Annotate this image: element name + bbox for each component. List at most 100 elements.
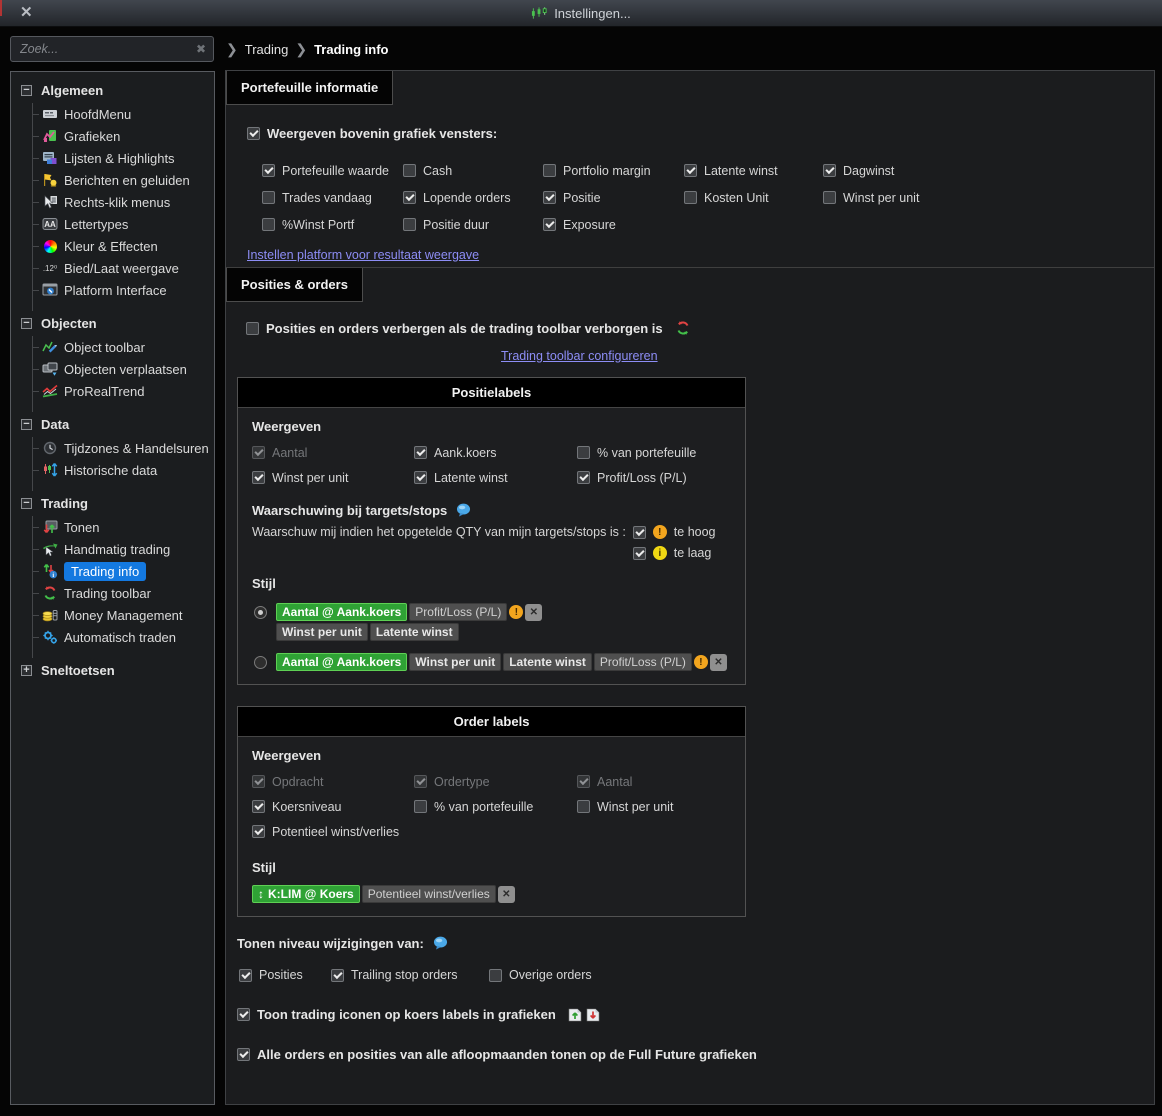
checkbox-te-laag[interactable]: te laag bbox=[632, 546, 716, 560]
sidebar-item-lijsten-highlights[interactable]: Lijsten & Highlights bbox=[33, 147, 214, 169]
sidebar-item-rechtsklik-menus[interactable]: Rechts-klik menus bbox=[33, 191, 214, 213]
checkbox-profit-loss[interactable]: Profit/Loss (P/L) bbox=[577, 471, 731, 485]
tab-portefeuille-informatie[interactable]: Portefeuille informatie bbox=[226, 71, 394, 105]
clear-search-icon[interactable]: ✖ bbox=[196, 42, 206, 56]
chip-aantal-aankkoers[interactable]: Aantal @ Aank.koers bbox=[276, 603, 408, 621]
checkbox-weergeven-bovenin[interactable]: Weergeven bovenin grafiek vensters: bbox=[247, 126, 497, 141]
chip-winst-per-unit[interactable]: Winst per unit bbox=[409, 653, 502, 671]
sidebar-item-platform-interface[interactable]: Platform Interface bbox=[33, 279, 214, 301]
sidebar-item-hoofdmenu[interactable]: HoofdMenu bbox=[33, 103, 214, 125]
style-radio-2[interactable] bbox=[254, 656, 267, 669]
tab-posities-orders[interactable]: Posities & orders bbox=[226, 268, 363, 302]
sidebar-section-objecten[interactable]: Objecten bbox=[17, 311, 214, 336]
chip-potentieel-winst-verlies[interactable]: Potentieel winst/verlies bbox=[361, 885, 496, 903]
checkbox-winst-per-unit-pos[interactable]: Winst per unit bbox=[252, 471, 414, 485]
checkbox-exposure[interactable]: Exposure bbox=[543, 218, 684, 232]
checkbox-hide-positions-orders[interactable]: Posities en orders verbergen als de trad… bbox=[246, 321, 663, 336]
sidebar-item-historische-data[interactable]: Historische data bbox=[33, 459, 214, 481]
checkbox-box bbox=[403, 164, 416, 177]
sidebar-item-grafieken[interactable]: Grafieken bbox=[33, 125, 214, 147]
checkbox-label: te laag bbox=[673, 546, 712, 560]
checkbox-box bbox=[577, 800, 590, 813]
chip-aantal-aankkoers[interactable]: Aantal @ Aank.koers bbox=[276, 653, 408, 671]
sidebar-item-objecten-verplaatsen[interactable]: Objecten verplaatsen bbox=[33, 358, 214, 380]
sidebar-item-money-management[interactable]: Money Management bbox=[33, 604, 214, 626]
chip-profit-loss[interactable]: Profit/Loss (P/L) bbox=[593, 653, 692, 671]
bid-ask-icon: .12⁰ bbox=[42, 263, 58, 273]
sidebar-item-prorealtrend[interactable]: ProRealTrend bbox=[33, 380, 214, 402]
speech-bubble-icon bbox=[432, 935, 449, 951]
checkbox-latente-winst-pos[interactable]: Latente winst bbox=[414, 471, 577, 485]
checkbox-aantal-order[interactable]: Aantal bbox=[577, 775, 731, 789]
checkbox-overige-orders[interactable]: Overige orders bbox=[489, 968, 592, 982]
collapse-icon[interactable] bbox=[21, 498, 32, 509]
checkbox-kosten-unit[interactable]: Kosten Unit bbox=[684, 191, 823, 205]
sidebar-item-tijdzones[interactable]: Tijdzones & Handelsuren bbox=[33, 437, 214, 459]
checkbox-toon-trading-iconen[interactable]: Toon trading iconen op koers labels in g… bbox=[237, 1007, 556, 1022]
checkbox-winst-per-unit-order[interactable]: Winst per unit bbox=[577, 800, 731, 814]
section-label: Objecten bbox=[41, 316, 97, 331]
checkbox-te-hoog[interactable]: te hoog bbox=[632, 525, 716, 539]
sidebar-section-data[interactable]: Data bbox=[17, 412, 214, 437]
close-window-button[interactable]: ✕ bbox=[20, 3, 33, 21]
checkbox-winst-portf[interactable]: %Winst Portf bbox=[262, 218, 403, 232]
configure-trading-toolbar-link[interactable]: Trading toolbar configureren bbox=[501, 349, 658, 363]
trading-info-icon: i bbox=[41, 563, 59, 579]
remove-chip-button[interactable] bbox=[525, 603, 543, 621]
checkbox-portefeuille-waarde[interactable]: Portefeuille waarde bbox=[262, 164, 403, 178]
checkbox-cash[interactable]: Cash bbox=[403, 164, 543, 178]
checkbox-aantal[interactable]: Aantal bbox=[252, 446, 414, 460]
platform-result-link[interactable]: Instellen platform voor resultaat weerga… bbox=[247, 248, 479, 262]
checkbox-posities[interactable]: Posities bbox=[239, 968, 331, 982]
checkbox-lopende-orders[interactable]: Lopende orders bbox=[403, 191, 543, 205]
checkbox-pct-portefeuille-order[interactable]: % van portefeuille bbox=[414, 800, 577, 814]
checkbox-trailing-stop-orders[interactable]: Trailing stop orders bbox=[331, 968, 489, 982]
checkbox-potentieel-winst-verlies[interactable]: Potentieel winst/verlies bbox=[252, 825, 414, 839]
sidebar-item-automatisch-traden[interactable]: Automatisch traden bbox=[33, 626, 214, 648]
checkbox-winst-per-unit[interactable]: Winst per unit bbox=[823, 191, 1154, 205]
chip-latente-winst[interactable]: Latente winst bbox=[503, 653, 592, 671]
sidebar-item-object-toolbar[interactable]: Object toolbar bbox=[33, 336, 214, 358]
manual-trading-icon bbox=[41, 541, 59, 557]
remove-chip-button[interactable] bbox=[497, 885, 515, 903]
collapse-icon[interactable] bbox=[21, 419, 32, 430]
sidebar-item-berichten-geluiden[interactable]: Berichten en geluiden bbox=[33, 169, 214, 191]
sidebar-item-tonen[interactable]: Tonen bbox=[33, 516, 214, 538]
expand-icon[interactable] bbox=[21, 665, 32, 676]
checkbox-opdracht[interactable]: Opdracht bbox=[252, 775, 414, 789]
checkbox-latente-winst[interactable]: Latente winst bbox=[684, 164, 823, 178]
checkbox-aank-koers[interactable]: Aank.koers bbox=[414, 446, 577, 460]
sidebar-item-trading-toolbar[interactable]: Trading toolbar bbox=[33, 582, 214, 604]
sidebar-item-trading-info[interactable]: i Trading info bbox=[33, 560, 214, 582]
checkbox-positie-duur[interactable]: Positie duur bbox=[403, 218, 543, 232]
collapse-icon[interactable] bbox=[21, 85, 32, 96]
checkbox-dagwinst[interactable]: Dagwinst bbox=[823, 164, 1154, 178]
sidebar-section-sneltoetsen[interactable]: Sneltoetsen bbox=[17, 658, 214, 683]
collapse-icon[interactable] bbox=[21, 318, 32, 329]
sidebar-item-bied-laat[interactable]: .12⁰ Bied/Laat weergave bbox=[33, 257, 214, 279]
breadcrumb-parent[interactable]: Trading bbox=[245, 42, 289, 57]
chip-winst-per-unit[interactable]: Winst per unit bbox=[276, 623, 368, 641]
main-menu-icon bbox=[41, 106, 59, 122]
sidebar-item-handmatig-trading[interactable]: Handmatig trading bbox=[33, 538, 214, 560]
search-input[interactable] bbox=[18, 41, 196, 57]
checkbox-full-future[interactable]: Alle orders en posities van alle afloopm… bbox=[237, 1047, 757, 1062]
checkbox-portfolio-margin[interactable]: Portfolio margin bbox=[543, 164, 684, 178]
checkbox-positie[interactable]: Positie bbox=[543, 191, 684, 205]
checkbox-box bbox=[577, 446, 590, 459]
chip-profit-loss[interactable]: Profit/Loss (P/L) bbox=[409, 603, 508, 621]
remove-chip-button[interactable] bbox=[709, 653, 727, 671]
chip-klim-koers[interactable]: ↕ K:LIM @ Koers bbox=[252, 885, 360, 903]
chip-latente-winst[interactable]: Latente winst bbox=[369, 623, 459, 641]
checkbox-label: Profit/Loss (P/L) bbox=[597, 470, 687, 485]
sidebar-section-algemeen[interactable]: Algemeen bbox=[17, 78, 214, 103]
checkbox-trades-vandaag[interactable]: Trades vandaag bbox=[262, 191, 403, 205]
style-radio-1[interactable] bbox=[254, 606, 267, 619]
sidebar-item-lettertypes[interactable]: AA Lettertypes bbox=[33, 213, 214, 235]
checkbox-koersniveau[interactable]: Koersniveau bbox=[252, 800, 414, 814]
checkbox-ordertype[interactable]: Ordertype bbox=[414, 775, 577, 789]
checkbox-pct-portefeuille[interactable]: % van portefeuille bbox=[577, 446, 731, 460]
sidebar-section-trading[interactable]: Trading bbox=[17, 491, 214, 516]
sidebar-item-kleur-effecten[interactable]: Kleur & Effecten bbox=[33, 235, 214, 257]
search-box[interactable]: ✖ bbox=[10, 36, 214, 62]
